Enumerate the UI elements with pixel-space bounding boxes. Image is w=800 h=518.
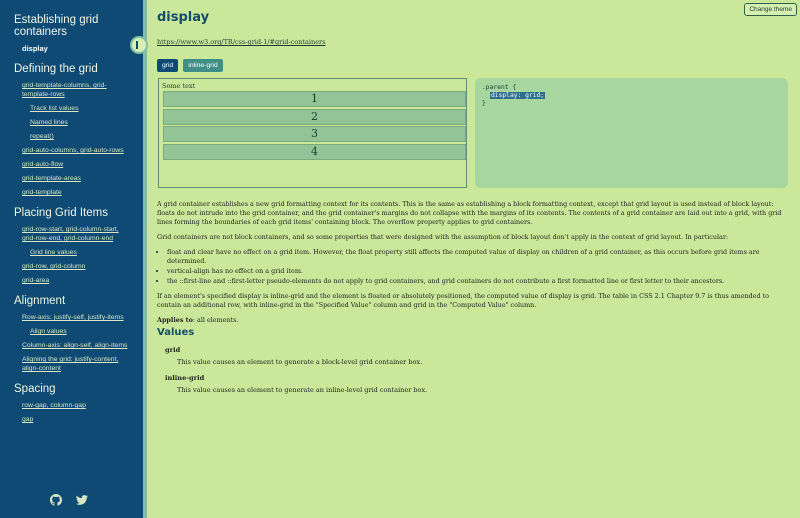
demo-grid-item: 4 (163, 143, 466, 160)
grid-demo: Some text 1 2 3 4 (158, 78, 467, 188)
sidebar-toggle-button[interactable] (130, 36, 148, 54)
applies-to-label: Applies to (157, 316, 193, 324)
main-content: Change theme display https://www.w3.org/… (157, 0, 797, 518)
values-heading: Values (157, 327, 195, 338)
sidebar-section-defining: Defining the grid (14, 63, 98, 75)
list-item: the ::first-line and ::first-letter pseu… (167, 277, 789, 286)
sidebar-link-track-list-values[interactable]: Track list values (14, 104, 143, 113)
sidebar-link-gap[interactable]: gap (14, 415, 143, 424)
tab-grid[interactable]: grid (157, 59, 179, 72)
sidebar: Establishing grid containers display Def… (0, 0, 143, 518)
paragraph-not-block: Grid containers are not block containers… (157, 233, 729, 241)
sidebar-link-row-axis[interactable]: Row-axis: justify-self, justify-items (14, 313, 143, 322)
sidebar-item-display[interactable]: display (14, 44, 143, 53)
demo-grid-item: 1 (163, 91, 466, 107)
value-term-grid: grid (165, 346, 181, 354)
code-line: .parent { (482, 84, 517, 91)
github-icon[interactable] (50, 491, 62, 506)
sidebar-section-placing: Placing Grid Items (14, 207, 108, 219)
sidebar-link-grid-row-column[interactable]: grid-row, grid-column (14, 262, 143, 271)
spec-link[interactable]: https://www.w3.org/TR/css-grid-1/#grid-c… (157, 38, 326, 46)
list-item: float and clear have no effect on a grid… (167, 248, 789, 266)
paragraph-floated: If an element's specified display is inl… (157, 292, 770, 309)
description: A grid container establishes a new grid … (157, 200, 789, 331)
sidebar-link-grid-template-columns[interactable]: grid-template-columns, grid-template-row… (14, 81, 143, 99)
sidebar-link-repeat[interactable]: repeat() (14, 132, 143, 141)
demo-label: Some text (162, 82, 196, 90)
applies-to: Applies to: all elements. (157, 316, 789, 325)
page-title: display (157, 10, 210, 25)
sidebar-link-grid-auto-columns[interactable]: grid-auto-columns, grid-auto-rows (14, 146, 143, 155)
demo-rows: 1 2 3 4 (163, 91, 466, 161)
sidebar-link-grid-area[interactable]: grid-area (14, 276, 143, 285)
sidebar-section-establishing: Establishing grid containers (14, 14, 99, 38)
demo-grid-item: 2 (163, 108, 466, 125)
sidebar-link-grid-template-areas[interactable]: grid-template-areas (14, 174, 143, 183)
sidebar-link-grid-auto-flow[interactable]: grid-auto-flow (14, 160, 143, 169)
sidebar-link-named-lines[interactable]: Named lines (14, 118, 143, 127)
list-item: vertical-align has no effect on a grid i… (167, 267, 789, 276)
applies-to-value: : all elements. (192, 316, 239, 324)
sidebar-link-grid-row-start[interactable]: grid-row-start, grid-column-start, grid-… (14, 225, 143, 243)
code-line-highlighted: display: grid; (490, 92, 546, 99)
value-term-inline-grid: inline-grid (165, 374, 205, 382)
display-tabs: grid inline-grid (157, 59, 223, 72)
sidebar-link-align-values[interactable]: Align values (14, 327, 143, 336)
code-sample: .parent { display: grid; } (475, 78, 788, 188)
sidebar-link-aligning-the-grid[interactable]: Aligning the grid: justify-content, alig… (14, 355, 143, 373)
value-desc-inline-grid: This value causes an element to generate… (177, 386, 428, 394)
sidebar-section-spacing: Spacing (14, 383, 56, 395)
sidebar-link-row-gap[interactable]: row-gap, column-gap (14, 401, 143, 410)
sidebar-link-grid-template[interactable]: grid-template (14, 188, 143, 197)
paragraph-grid-container: A grid container establishes a new grid … (157, 200, 782, 226)
sidebar-edge (143, 0, 147, 518)
sidebar-link-grid-line-values[interactable]: Grid line values (14, 248, 143, 257)
exceptions-list: float and clear have no effect on a grid… (167, 248, 789, 286)
value-desc-grid: This value causes an element to generate… (177, 358, 423, 366)
sidebar-link-column-axis[interactable]: Column-axis: align-self, align-items (14, 341, 143, 350)
demo-grid-item: 3 (163, 126, 466, 142)
sidebar-section-alignment: Alignment (14, 295, 66, 307)
sidebar-social-icons (50, 491, 88, 506)
twitter-icon[interactable] (76, 491, 88, 505)
change-theme-button[interactable]: Change theme (744, 3, 797, 16)
tab-inline-grid[interactable]: inline-grid (183, 59, 223, 72)
code-line: } (482, 100, 486, 107)
